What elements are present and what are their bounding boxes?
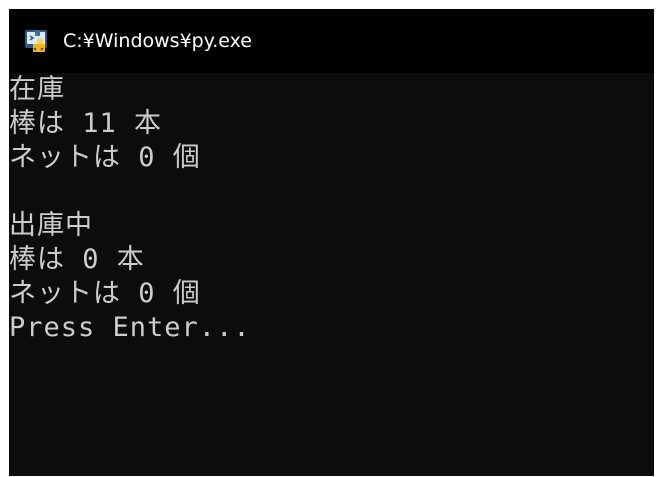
console-line: 出庫中 <box>9 210 93 241</box>
python-icon <box>25 30 47 52</box>
title-bar[interactable]: C:¥Windows¥py.exe <box>9 9 654 73</box>
console-window: C:¥Windows¥py.exe 在庫 棒は 11 本 ネットは 0 個 出庫… <box>9 9 654 476</box>
console-line: 棒は 0 本 <box>9 244 145 275</box>
console-line: ネットは 0 個 <box>9 278 201 309</box>
console-line: ネットは 0 個 <box>9 142 201 173</box>
console-line: 棒は 11 本 <box>9 108 163 139</box>
console-line: 在庫 <box>9 74 65 105</box>
window-title: C:¥Windows¥py.exe <box>63 30 252 52</box>
console-line: Press Enter... <box>9 312 251 343</box>
console-output[interactable]: 在庫 棒は 11 本 ネットは 0 個 出庫中 棒は 0 本 ネットは 0 個 … <box>9 73 654 476</box>
